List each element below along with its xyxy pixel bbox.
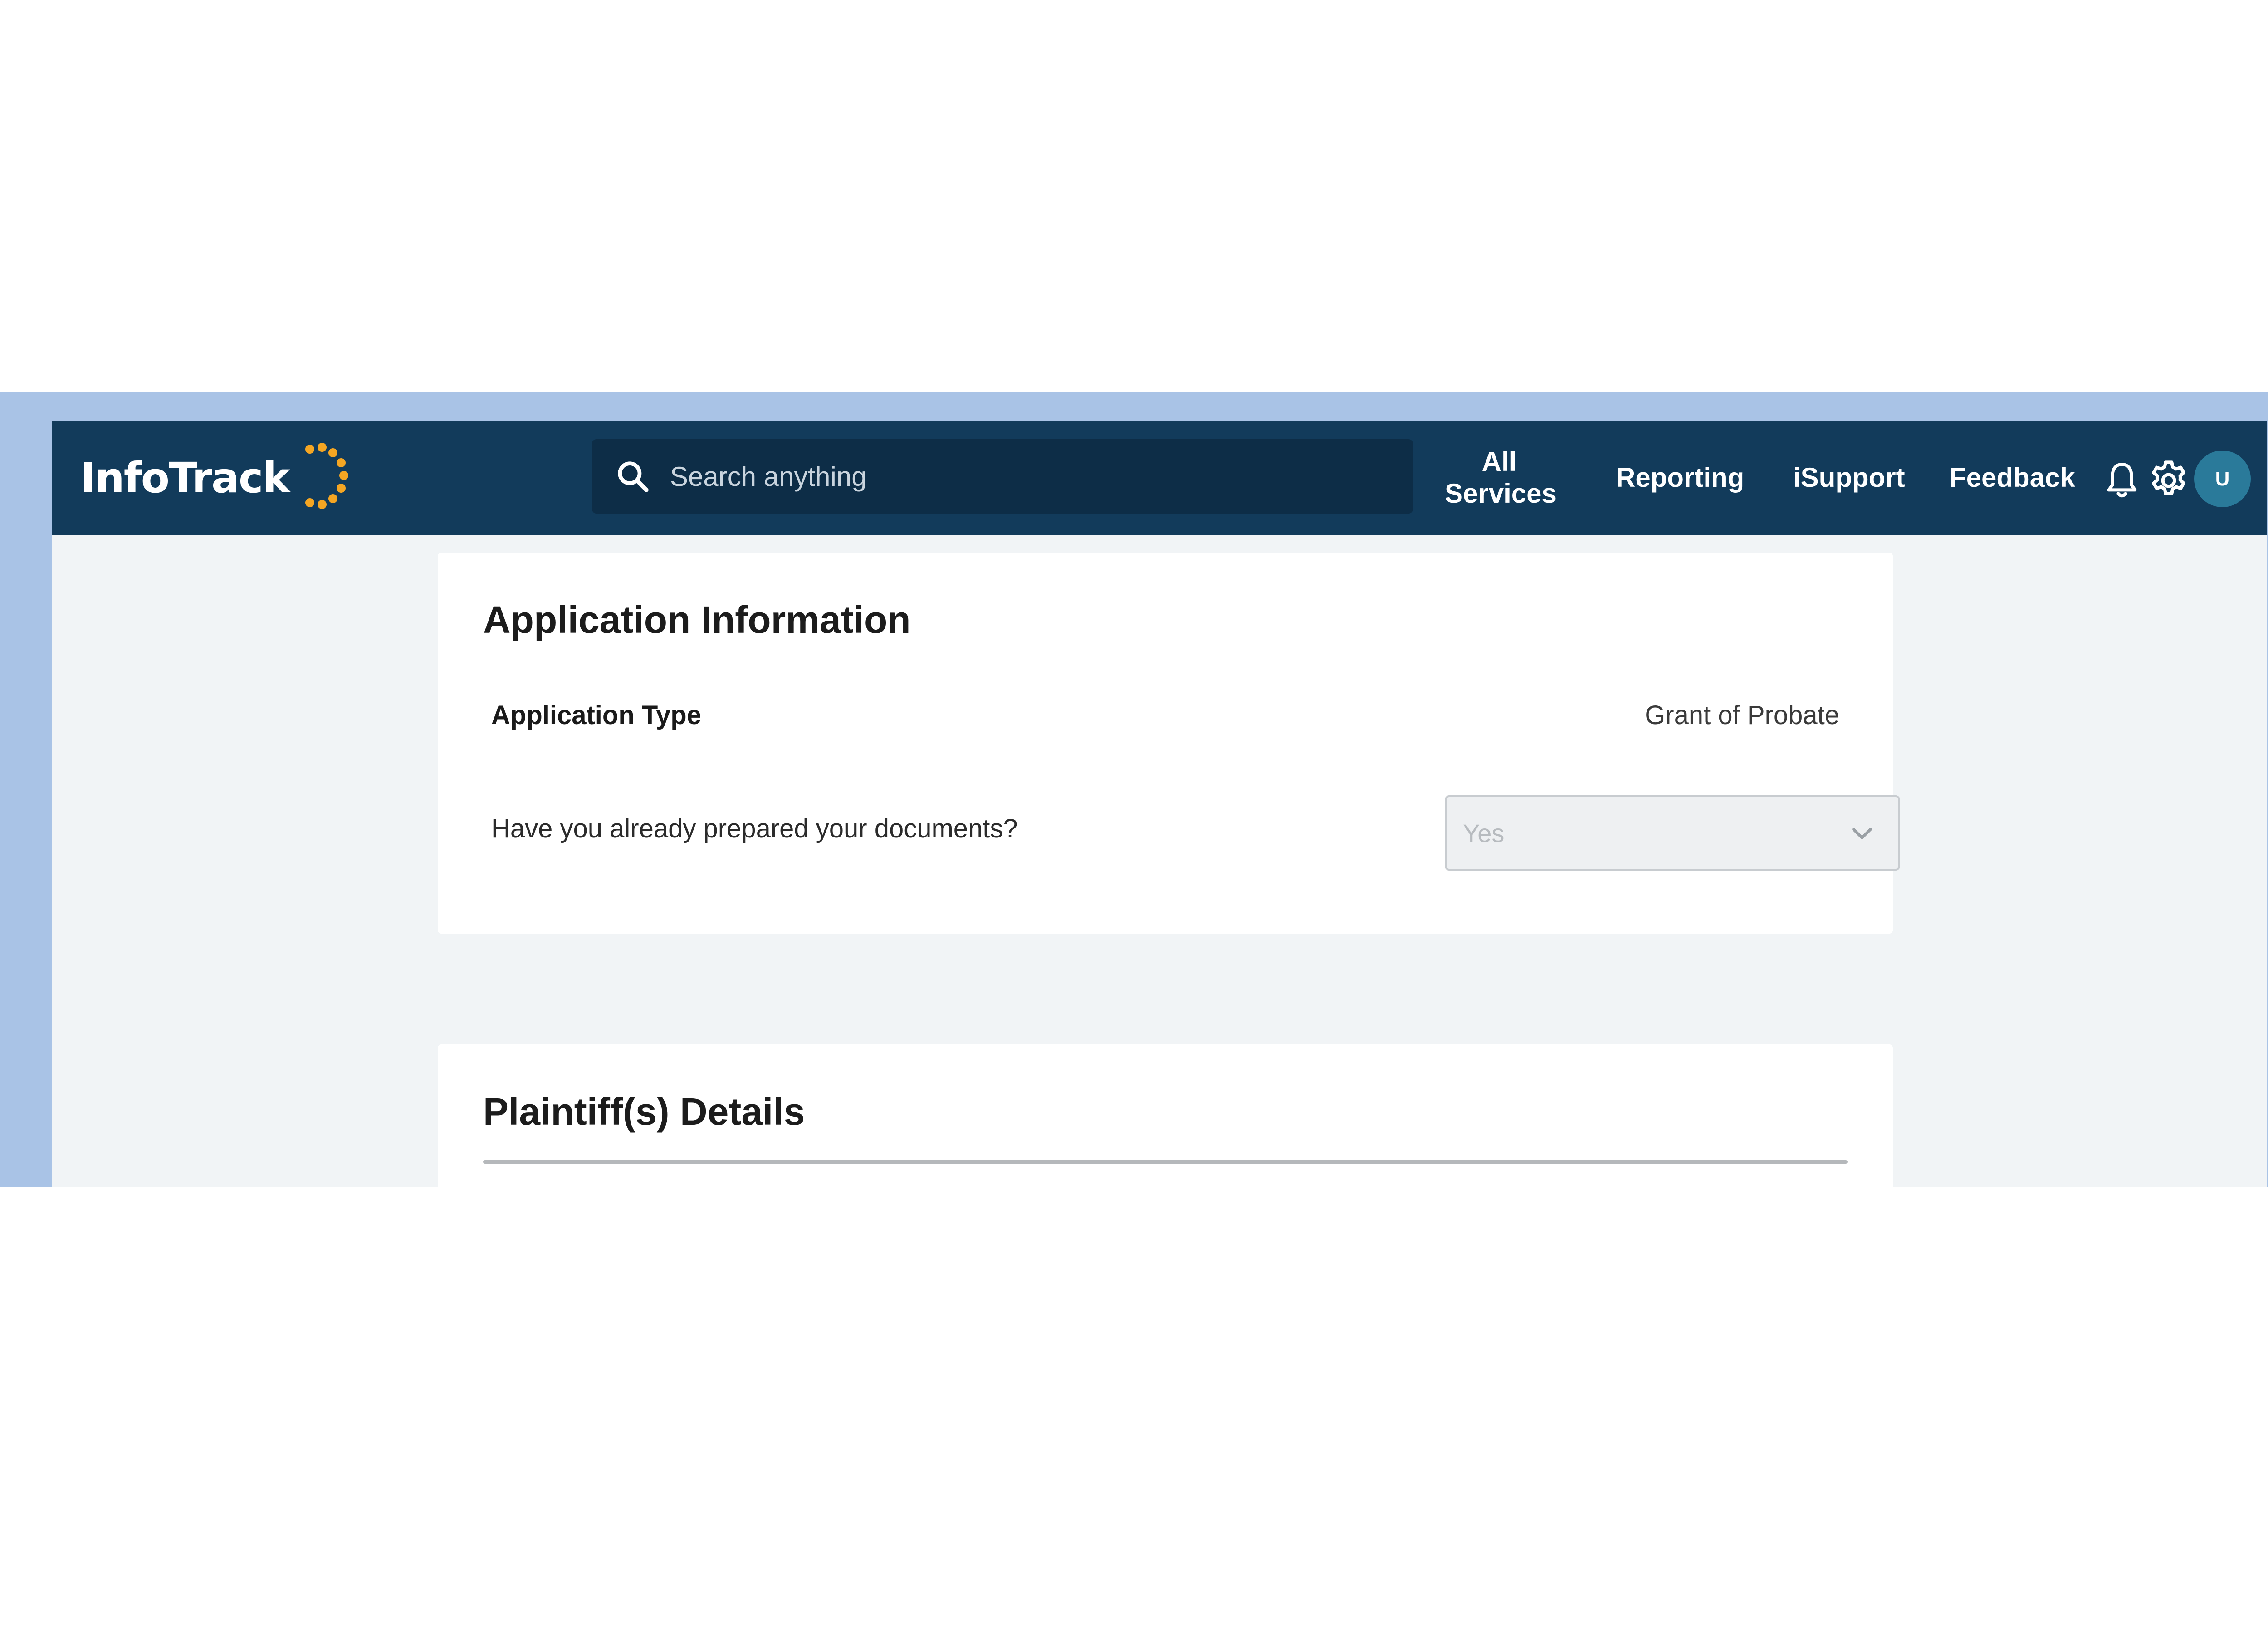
chevron-down-icon	[1852, 828, 1872, 839]
plaintiff-details-card: Plaintiff(s) Details	[438, 1044, 1893, 1187]
nav-all-services-line2: Services	[1445, 478, 1557, 509]
nav-feedback[interactable]: Feedback	[1950, 462, 2075, 494]
application-information-title: Application Information	[483, 598, 911, 641]
nav-all-services-line1: All	[1481, 446, 1517, 477]
infotrack-logo[interactable]: InfoTrack	[80, 439, 353, 516]
documents-prepared-question: Have you already prepared your documents…	[491, 814, 1018, 843]
app-window: InfoTrack Search anything All Services R…	[52, 421, 2267, 1187]
gear-icon[interactable]	[2147, 459, 2190, 502]
bell-icon[interactable]	[2104, 460, 2140, 501]
application-type-value: Grant of Probate	[1645, 700, 1839, 730]
search-input[interactable]	[669, 460, 1349, 493]
nav-all-services[interactable]: All Services	[1445, 446, 1557, 509]
logo-dots-icon	[305, 443, 348, 509]
documents-prepared-select[interactable]: Yes	[1445, 795, 1900, 871]
top-navigation-bar: InfoTrack Search anything All Services R…	[52, 421, 2267, 535]
nav-isupport[interactable]: iSupport	[1793, 462, 1905, 494]
documents-prepared-select-value: Yes	[1463, 818, 1505, 847]
application-type-label: Application Type	[491, 700, 701, 730]
search-bar[interactable]	[592, 439, 1413, 514]
section-divider	[483, 1160, 1848, 1164]
logo-text: InfoTrack	[80, 453, 290, 502]
application-information-card: Application Information Application Type…	[438, 553, 1900, 934]
nav-reporting[interactable]: Reporting	[1616, 462, 1744, 494]
search-icon	[618, 461, 649, 492]
user-avatar[interactable]: U	[2194, 451, 2251, 507]
plaintiff-details-title: Plaintiff(s) Details	[483, 1090, 805, 1133]
